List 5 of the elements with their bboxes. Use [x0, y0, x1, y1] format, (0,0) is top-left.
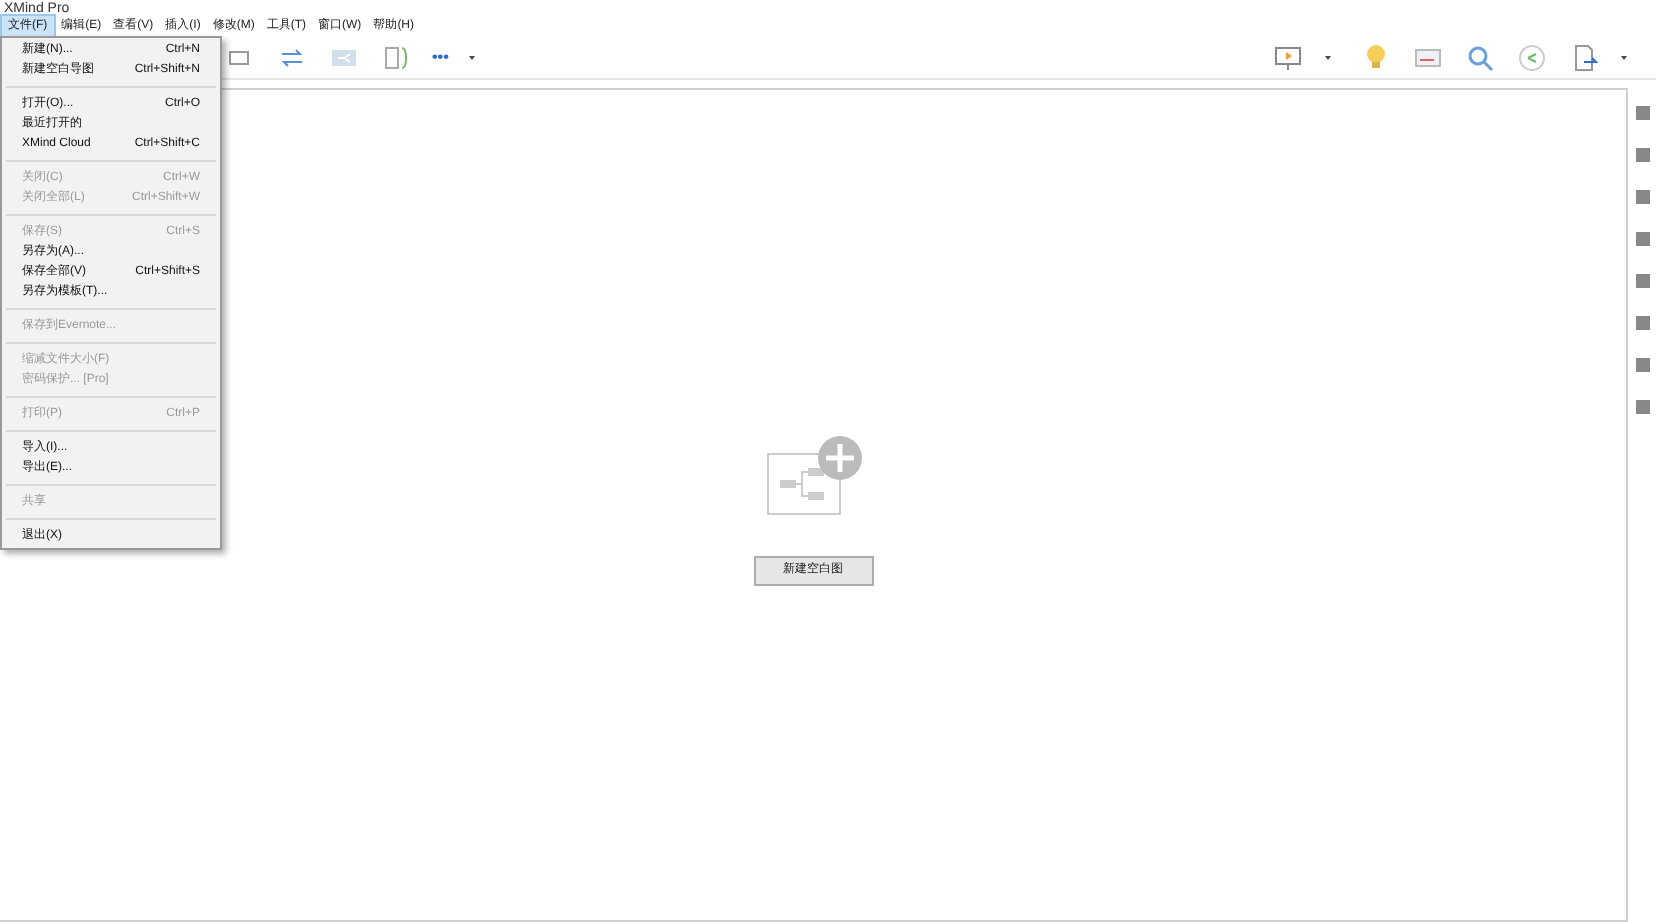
search-icon[interactable] — [1464, 41, 1496, 73]
summary-icon[interactable] — [380, 41, 412, 73]
presentation-icon[interactable] — [1272, 41, 1304, 73]
share-icon[interactable] — [1516, 41, 1548, 73]
more-button[interactable]: ••• — [432, 45, 449, 69]
